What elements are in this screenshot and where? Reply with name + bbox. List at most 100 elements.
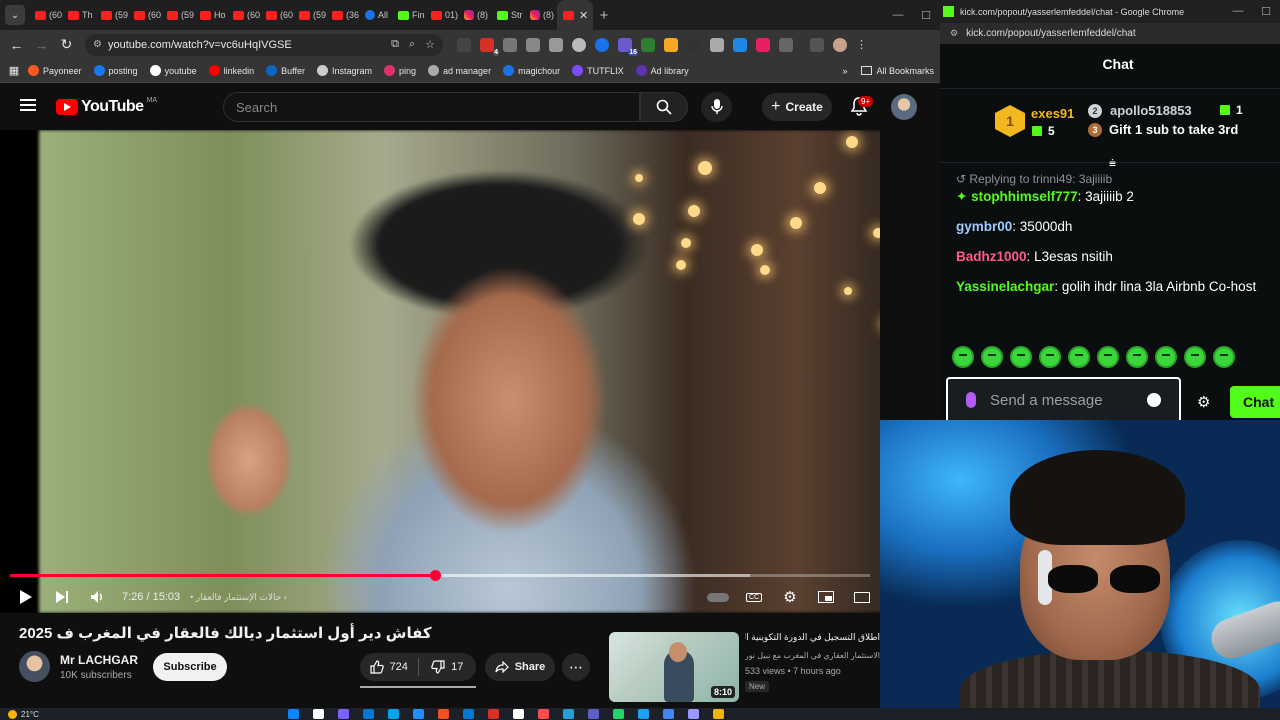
kick-url-bar[interactable]: ⚙ kick.com/popout/yasserlemfeddel/chat — [940, 23, 1280, 44]
extension-shield-icon[interactable] — [733, 37, 747, 52]
browser-tab[interactable]: (60 — [260, 0, 293, 30]
extension-pink-icon[interactable] — [756, 37, 770, 52]
bookmark-item[interactable]: Payoneer — [28, 65, 82, 76]
extension-red-icon[interactable]: 4 — [480, 37, 499, 56]
kick-minimize-icon[interactable]: — — [1224, 5, 1252, 18]
profile-icon[interactable] — [833, 37, 847, 52]
search-input[interactable]: Search — [223, 92, 640, 122]
browser-tab[interactable]: Str — [491, 0, 524, 30]
extension-green-icon[interactable] — [641, 37, 655, 52]
back-arrow-icon[interactable]: ← — [4, 37, 29, 53]
browser-tab[interactable]: (59 — [293, 0, 326, 30]
install-app-icon[interactable]: ⧉ — [391, 38, 399, 51]
emote-icon[interactable] — [1097, 346, 1119, 368]
emote-icon[interactable] — [1213, 346, 1235, 368]
zoom-icon[interactable]: ⌕ — [409, 38, 415, 51]
emote-icon[interactable] — [1155, 346, 1177, 368]
more-actions-button[interactable]: ⋯ — [562, 653, 590, 681]
extension-blue-icon[interactable] — [595, 37, 609, 52]
captions-button[interactable]: CC — [736, 592, 772, 602]
taskbar-app-icon[interactable] — [613, 709, 624, 719]
emote-icon[interactable] — [952, 346, 974, 368]
subscribe-button[interactable]: Subscribe — [153, 653, 227, 681]
chat-username[interactable]: Badhz1000 — [956, 249, 1027, 264]
taskbar-app-icon[interactable] — [438, 709, 449, 719]
youtube-logo[interactable]: YouTube MA — [56, 97, 157, 116]
browser-tab[interactable]: (60 — [227, 0, 260, 30]
bookmark-star-icon[interactable]: ☆ — [425, 38, 435, 51]
taskbar-app-icon[interactable] — [588, 709, 599, 719]
browser-tab[interactable]: (60 — [29, 0, 62, 30]
create-button[interactable]: + Create — [762, 93, 832, 121]
taskbar-app-icon[interactable] — [513, 709, 524, 719]
browser-tab[interactable]: Fin — [392, 0, 425, 30]
extension-gray-icon[interactable] — [503, 37, 517, 52]
extension-eyedropper-icon[interactable] — [710, 37, 724, 52]
chat-send-button[interactable]: Chat — [1230, 386, 1280, 418]
browser-tab[interactable]: (59 — [161, 0, 194, 30]
next-button[interactable] — [44, 590, 80, 604]
taskbar-app-icon[interactable] — [488, 709, 499, 719]
voice-search-button[interactable] — [701, 92, 732, 122]
taskbar-app-icon[interactable] — [363, 709, 374, 719]
emote-icon[interactable] — [1184, 346, 1206, 368]
kick-url-text[interactable]: kick.com/popout/yasserlemfeddel/chat — [966, 28, 1136, 39]
bookmark-item[interactable]: linkedin — [208, 65, 254, 76]
taskbar-app-icon[interactable] — [563, 709, 574, 719]
apps-grid-icon[interactable]: ▦ — [0, 64, 28, 77]
taskbar-app-icon[interactable] — [313, 709, 324, 719]
kick-maximize-icon[interactable]: ☐ — [1252, 5, 1280, 18]
tab-active-youtube[interactable]: ✕ — [557, 0, 593, 30]
browser-tab[interactable]: Ho — [194, 0, 227, 30]
settings-button[interactable]: ⚙ — [772, 588, 808, 606]
tab-search-icon[interactable]: ⌄ — [5, 5, 25, 25]
chat-username[interactable]: Yassinelachgar — [956, 279, 1054, 294]
chat-message-input[interactable]: Send a message — [946, 377, 1181, 423]
theater-mode-button[interactable] — [844, 591, 880, 603]
reply-context[interactable]: ↺ Replying to trinni49: 3ajiiiib — [956, 172, 1276, 186]
volume-button[interactable] — [80, 590, 116, 604]
emote-icon[interactable] — [1126, 346, 1148, 368]
browser-tab[interactable]: Th — [62, 0, 95, 30]
extension-purple-icon[interactable]: 16 — [618, 37, 638, 56]
top-gifter-2-name[interactable]: apollo518853 — [1110, 103, 1192, 118]
chat-username[interactable]: stophhimself777 — [971, 189, 1078, 204]
browser-tab[interactable]: 01) — [425, 0, 458, 30]
chat-mic-icon[interactable] — [966, 392, 976, 408]
emote-icon[interactable] — [1039, 346, 1061, 368]
browser-tab[interactable]: (8) — [524, 0, 557, 30]
bookmark-item[interactable]: posting — [93, 65, 138, 76]
extension-yellow-icon[interactable] — [664, 37, 678, 52]
close-tab-icon[interactable]: ✕ — [579, 9, 588, 22]
chat-username[interactable]: gymbr00 — [956, 219, 1012, 234]
chapter-title[interactable]: • حالات الإستثمار فالعقار › — [190, 592, 287, 603]
bookmark-item[interactable]: Ad library — [635, 65, 689, 76]
taskbar-app-icon[interactable] — [688, 709, 699, 719]
extension-grid-icon[interactable] — [549, 37, 563, 52]
emoji-picker-icon[interactable] — [1147, 393, 1161, 407]
taskbar-app-icon[interactable] — [638, 709, 649, 719]
browser-tab[interactable]: (36 — [326, 0, 359, 30]
url-text[interactable]: youtube.com/watch?v=vc6uHqIVGSE — [108, 39, 292, 51]
taskbar-app-icon[interactable] — [413, 709, 424, 719]
scrubber-handle[interactable] — [429, 570, 441, 581]
emote-icon[interactable] — [981, 346, 1003, 368]
related-video-title[interactable]: اطلاق التسجيل في الدورة التكوينية الثامن… — [745, 632, 880, 643]
video-player[interactable]: 7:26 / 15:03 • حالات الإستثمار فالعقار ›… — [0, 130, 880, 613]
taskbar-app-icon[interactable] — [713, 709, 724, 719]
kick-site-info-icon[interactable]: ⚙ — [950, 28, 958, 39]
like-button[interactable]: 724 — [360, 660, 418, 674]
miniplayer-button[interactable] — [808, 591, 844, 603]
taskbar-app-icon[interactable] — [538, 709, 549, 719]
account-avatar[interactable] — [891, 94, 917, 120]
bookmark-item[interactable]: youtube — [149, 65, 197, 76]
all-bookmarks-folder[interactable]: All Bookmarks — [861, 66, 934, 76]
chat-settings-gear-icon[interactable]: ⚙ — [1197, 393, 1210, 411]
browser-tab[interactable]: (59 — [95, 0, 128, 30]
browser-tab[interactable]: (8) — [458, 0, 491, 30]
extension-fx-icon[interactable] — [457, 37, 471, 52]
taskbar-app-icon[interactable] — [288, 709, 299, 719]
weather-widget[interactable]: 21°C — [8, 709, 39, 719]
emote-icon[interactable] — [1068, 346, 1090, 368]
share-button[interactable]: Share — [485, 653, 555, 681]
